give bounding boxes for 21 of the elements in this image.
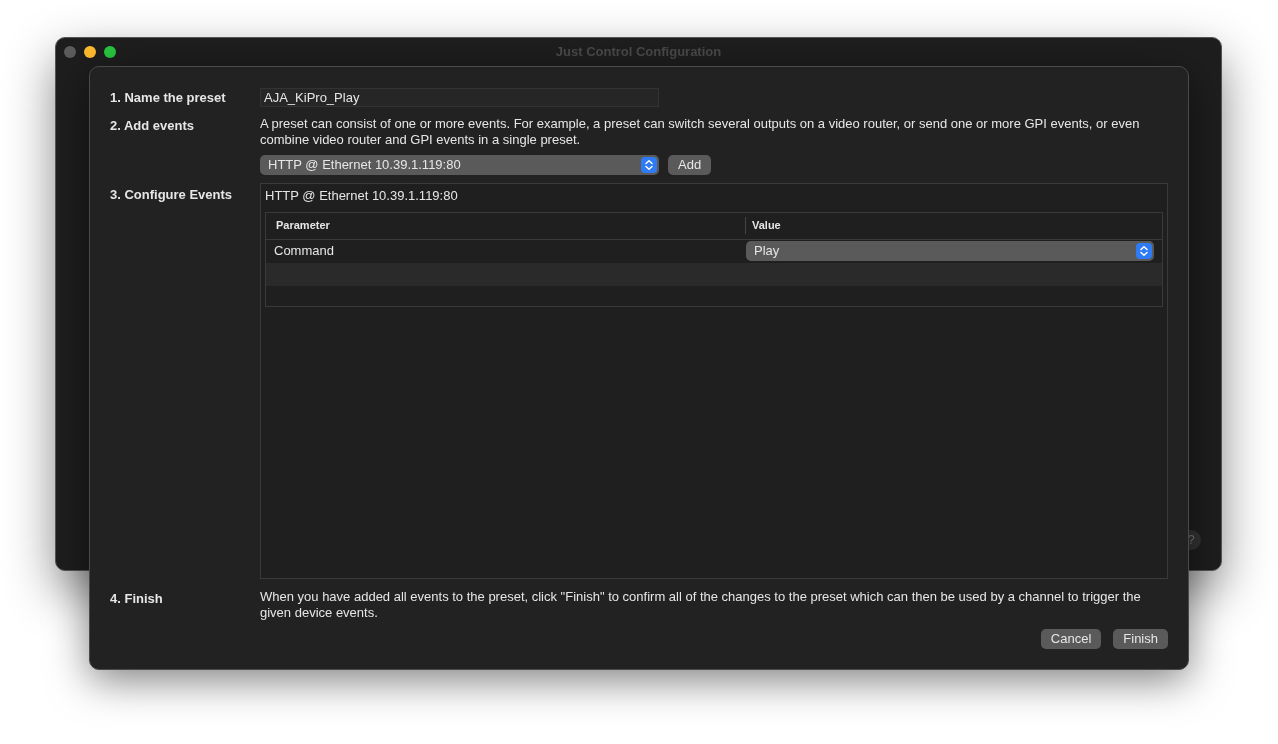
step-description: A preset can consist of one or more events. For example, a preset can switch several outputs on a video router, or send one or more GPI events, or even combine video router and GPI events in a single preset. [260,115,1141,148]
step-label: 3. Configure Events [110,185,234,204]
stepper-icon [1136,243,1152,259]
add-button[interactable]: Add [668,154,712,175]
dialog-button[interactable]: Finish [1113,629,1168,649]
stepper-icon [641,156,657,173]
step-label: 2. Add events [110,116,196,135]
step-label: 4. Finish [110,590,164,608]
minimize-icon[interactable] [84,46,96,58]
value-select[interactable]: Play [746,241,1154,261]
table-cell-text: Command [273,242,335,261]
close-icon[interactable] [64,46,76,58]
event-title: HTTP @ Ethernet 10.39.1.119:80 [265,187,459,204]
step-label: 1. Name the preset [110,89,227,107]
device-select[interactable]: HTTP @ Ethernet 10.39.1.119:80 [260,154,659,175]
step-description: When you have added all events to the preset, click "Finish" to confirm all of the changes to the preset which can then be used by a channel to trigger the given device events. [260,589,1142,621]
column-header: Parameter [266,217,746,234]
name-field[interactable]: AJA_KiPro_Play [260,88,659,108]
zoom-icon[interactable] [104,46,116,58]
dialog-button[interactable]: Cancel [1040,629,1102,649]
column-header: Value [751,218,782,234]
